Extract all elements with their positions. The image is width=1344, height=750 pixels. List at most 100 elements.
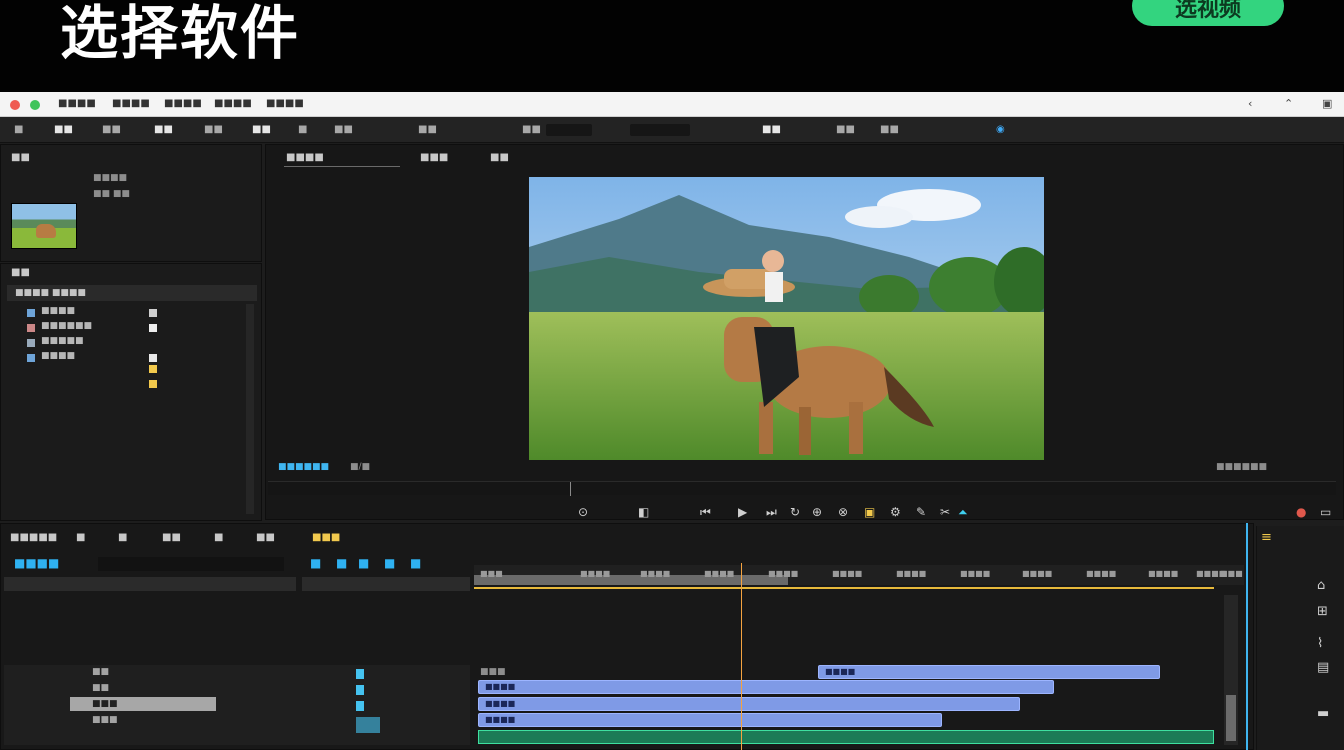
overwrite-icon[interactable]: ⊗: [838, 505, 848, 519]
settings-icon[interactable]: ⚙: [890, 505, 901, 519]
playhead[interactable]: [741, 563, 742, 750]
timeline-search-field[interactable]: [98, 557, 284, 571]
select-video-button[interactable]: 选视频: [1132, 0, 1284, 26]
list-item[interactable]: ■■■■■: [11, 336, 249, 350]
trim-icon[interactable]: ✂: [940, 505, 950, 519]
timeline-btn-1[interactable]: ■■■■: [14, 556, 59, 570]
toolbar-field-2[interactable]: [630, 124, 690, 136]
share-icon[interactable]: ⌃: [1284, 97, 1293, 110]
menu-item-3[interactable]: ■■■■: [164, 98, 202, 109]
toolbar-field-1[interactable]: [546, 124, 592, 136]
tool-13[interactable]: ■■: [880, 124, 899, 135]
text-tool-icon[interactable]: ▬: [1317, 706, 1329, 721]
monitor-tab-3[interactable]: ■■: [490, 152, 509, 163]
step-forward-icon[interactable]: ⏭: [766, 505, 777, 520]
track-toggle[interactable]: [356, 701, 364, 711]
tool-1[interactable]: ■: [14, 124, 23, 135]
tool-12[interactable]: ■■: [836, 124, 855, 135]
timeline-btn-2[interactable]: ■: [310, 556, 321, 570]
razor-tool-icon[interactable]: ⌇: [1317, 636, 1323, 651]
markers-icon[interactable]: ⊙: [578, 505, 588, 519]
right-dock: ≡ ⌂ ⊞ ⌇ ▤ ▬: [1256, 526, 1344, 750]
back-icon[interactable]: ‹: [1248, 97, 1252, 110]
tool-8[interactable]: ■■: [334, 124, 353, 135]
tab-timeline-1[interactable]: ■■■■■: [10, 532, 57, 543]
clip-thumbnail[interactable]: [11, 203, 77, 249]
track-header-bar: [4, 577, 296, 591]
timecode-left: ■■■■■■: [278, 462, 330, 472]
tool-6[interactable]: ■■: [252, 124, 271, 135]
menu-item-4[interactable]: ■■■■: [214, 98, 252, 109]
timeline-btn-6[interactable]: ■: [410, 556, 421, 570]
video-clip[interactable]: ■■■■: [818, 665, 1160, 679]
tool-5[interactable]: ■■: [204, 124, 223, 135]
waveform-icon[interactable]: ⏶: [958, 505, 968, 520]
window-icon[interactable]: ▣: [1322, 97, 1332, 110]
list-item[interactable]: ■■■■: [11, 306, 249, 320]
track-header-bar-2: [302, 577, 470, 591]
preview-image: [529, 177, 1044, 460]
tab-timeline-2[interactable]: ■: [76, 532, 85, 543]
tool-9[interactable]: ■■: [418, 124, 437, 135]
menu-item-2[interactable]: ■■■■: [112, 98, 150, 109]
tool-4[interactable]: ■■: [154, 124, 173, 135]
monitor-bottom-right[interactable]: ■■■■■■: [1216, 462, 1267, 472]
tab-timeline-4[interactable]: ■■: [162, 532, 181, 543]
timeline-scrollbar[interactable]: [1224, 595, 1238, 745]
yellow-marker: [149, 380, 157, 388]
panel-menu-icon[interactable]: ≡: [1261, 530, 1272, 545]
tab-timeline-3[interactable]: ■: [118, 532, 127, 543]
tag-icon[interactable]: ✎: [916, 505, 926, 519]
video-clip[interactable]: ■■■■: [478, 680, 1054, 694]
tool-7[interactable]: ■: [298, 124, 307, 135]
bin-title: ■■: [11, 267, 30, 278]
video-clip[interactable]: ■■■■: [478, 697, 1020, 711]
menu-item-1[interactable]: ■■■■: [58, 98, 96, 109]
track-toggle[interactable]: [356, 685, 364, 695]
timeline-btn-4[interactable]: ■: [358, 556, 369, 570]
mark-in-icon[interactable]: ◧: [638, 505, 649, 519]
track-label: ■■: [92, 667, 110, 677]
menu-item-5[interactable]: ■■■■: [266, 98, 304, 109]
track-select-icon[interactable]: ⊞: [1317, 604, 1328, 619]
loop-icon[interactable]: ↻: [790, 505, 800, 519]
timeline-btn-5[interactable]: ■: [384, 556, 395, 570]
insert-icon[interactable]: ⊕: [812, 505, 822, 519]
slip-tool-icon[interactable]: ▤: [1317, 660, 1329, 675]
tab-timeline-active[interactable]: ■■■: [312, 532, 340, 543]
bin-header-row[interactable]: ■■■■ ■■■■: [7, 285, 257, 301]
zoom-window-button[interactable]: [30, 100, 40, 110]
track-label: ■■■: [92, 699, 118, 709]
camera-icon[interactable]: ▭: [1320, 505, 1331, 519]
monitor-tab-2[interactable]: ■■■: [420, 152, 448, 163]
video-editor-app: ■ ■■ ■■ ■■ ■■ ■■ ■ ■■ ■■ ■■ ■■ ■■ ■■ ◉ ■…: [0, 117, 1344, 750]
play-button-icon[interactable]: ▶: [738, 505, 747, 519]
help-icon[interactable]: ◉: [996, 124, 1005, 135]
tool-11[interactable]: ■■: [762, 124, 781, 135]
tool-3[interactable]: ■■: [102, 124, 121, 135]
video-clip[interactable]: ■■■■: [478, 713, 942, 727]
tool-10[interactable]: ■■: [522, 124, 541, 135]
close-window-button[interactable]: [10, 100, 20, 110]
tab-timeline-5[interactable]: ■: [214, 532, 223, 543]
bin-scrollbar[interactable]: [246, 304, 254, 514]
selection-tool-icon[interactable]: ⌂: [1317, 578, 1325, 593]
tool-2[interactable]: ■■: [54, 124, 73, 135]
timeline-btn-3[interactable]: ■: [336, 556, 347, 570]
list-item[interactable]: ■■■■: [11, 351, 249, 365]
export-frame-icon[interactable]: ▣: [864, 505, 875, 519]
monitor-tab-1[interactable]: ■■■■: [286, 152, 324, 163]
playback-scrubber[interactable]: [268, 481, 1336, 496]
zoom-level[interactable]: ■/■: [350, 462, 370, 472]
yellow-marker: [149, 365, 157, 373]
track-label: ■■■: [92, 715, 118, 725]
track-toggle[interactable]: [356, 669, 364, 679]
list-item[interactable]: ■■■■■■: [11, 321, 249, 335]
record-icon[interactable]: ●: [1296, 505, 1306, 519]
step-back-icon[interactable]: ⏮: [700, 505, 711, 520]
track-toggle[interactable]: [356, 717, 380, 733]
audio-clip[interactable]: [478, 730, 1214, 744]
tab-timeline-6[interactable]: ■■: [256, 532, 275, 543]
main-toolbar: ■ ■■ ■■ ■■ ■■ ■■ ■ ■■ ■■ ■■ ■■ ■■ ■■ ◉: [0, 117, 1344, 143]
in-out-range[interactable]: [474, 587, 1214, 589]
